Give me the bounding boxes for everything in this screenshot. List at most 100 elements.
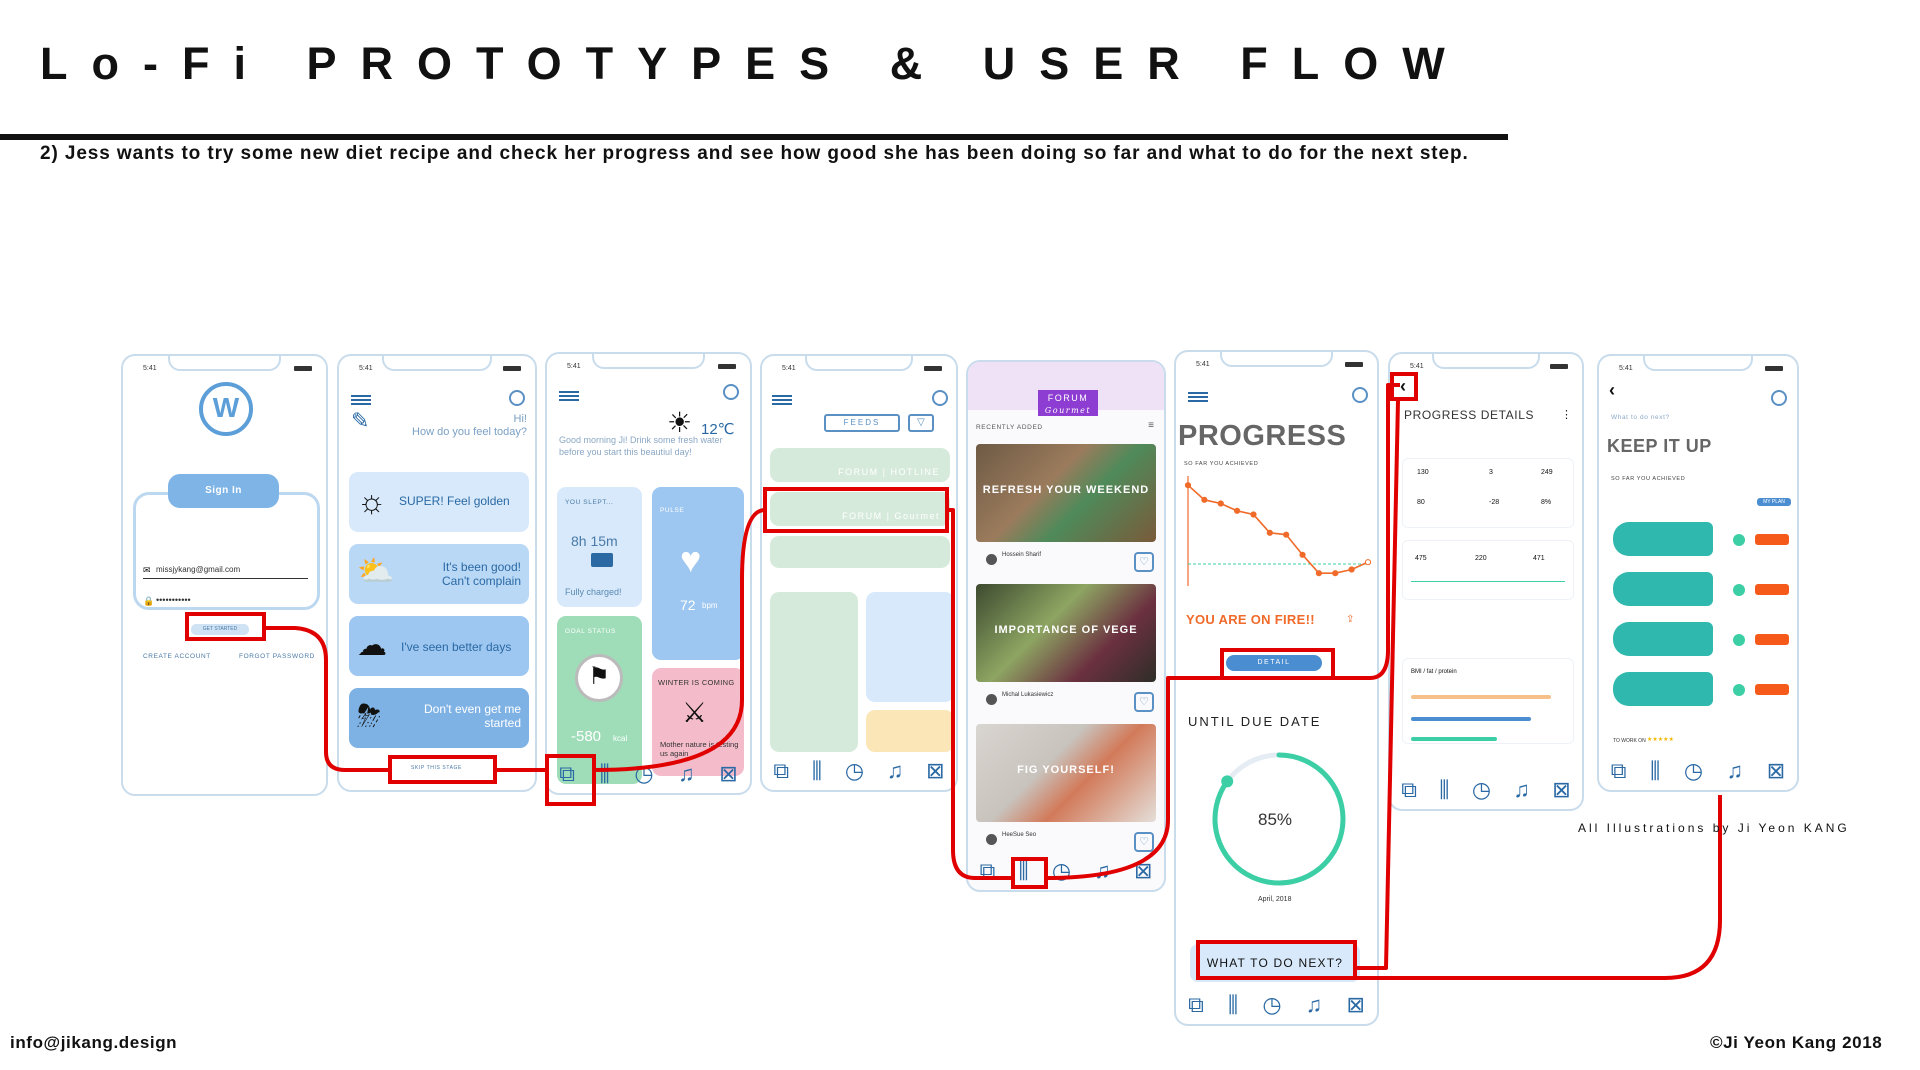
nav-home-icon[interactable]: ⧉ bbox=[980, 860, 996, 882]
nav-stats-icon[interactable]: ⫼ bbox=[1228, 994, 1238, 1016]
menu-icon[interactable] bbox=[351, 395, 371, 405]
share-icon[interactable]: ⇪ bbox=[1346, 614, 1354, 625]
nav-inbox-icon[interactable]: ⊠ bbox=[1767, 760, 1785, 782]
back-icon[interactable]: ‹ bbox=[1609, 380, 1615, 401]
signal-icon bbox=[1345, 362, 1363, 367]
like-heart-icon[interactable]: ♡ bbox=[1134, 832, 1154, 852]
exercise-status-dot[interactable] bbox=[1733, 634, 1745, 646]
mood-option-bad[interactable]: ⛈ Don't even get me started bbox=[349, 688, 529, 748]
achieved-label: SO FAR YOU ACHIEVED bbox=[1611, 476, 1686, 482]
detail-button[interactable]: DETAIL bbox=[1226, 655, 1322, 671]
feed-row[interactable] bbox=[770, 536, 950, 568]
nav-timer-icon[interactable]: ◷ bbox=[1262, 994, 1281, 1016]
post-photo[interactable]: IMPORTANCE OF VEGE bbox=[976, 584, 1156, 682]
weather-tip-card: WINTER IS COMING ⚔ Mother nature is test… bbox=[652, 668, 744, 776]
nav-home-icon[interactable]: ⧉ bbox=[773, 760, 789, 782]
what-next-button[interactable]: WHAT TO DO NEXT? bbox=[1190, 944, 1360, 982]
back-icon[interactable]: ‹ bbox=[1400, 376, 1406, 397]
exercise-progress-bar bbox=[1755, 634, 1789, 645]
exercise-status-dot[interactable] bbox=[1733, 534, 1745, 546]
skip-stage-link[interactable]: SKIP THIS STAGE bbox=[411, 765, 462, 771]
profile-icon[interactable] bbox=[509, 390, 525, 406]
chart-point bbox=[1315, 570, 1323, 577]
nav-timer-icon[interactable]: ◷ bbox=[1472, 779, 1491, 801]
nav-inbox-icon[interactable]: ⊠ bbox=[926, 760, 944, 782]
like-heart-icon[interactable]: ♡ bbox=[1134, 692, 1154, 712]
mail-icon: ✉ bbox=[143, 565, 151, 575]
post-photo[interactable]: FIG YOURSELF! bbox=[976, 724, 1156, 822]
mood-option-better-days[interactable]: ☁ I've seen better days bbox=[349, 616, 529, 676]
filter-icon[interactable]: ▽ bbox=[908, 414, 934, 432]
profile-icon[interactable] bbox=[1352, 387, 1368, 403]
nav-music-icon[interactable]: ♫ bbox=[1513, 779, 1530, 801]
post-author: Michal Lukasiewicz bbox=[1002, 692, 1054, 698]
nav-stats-icon[interactable]: ⫼ bbox=[1650, 760, 1660, 782]
nav-timer-icon[interactable]: ◷ bbox=[845, 760, 864, 782]
nav-timer-icon[interactable]: ◷ bbox=[634, 763, 653, 785]
exercise-figure-icon bbox=[1613, 622, 1713, 656]
profile-icon[interactable] bbox=[723, 384, 739, 400]
exercise-figure-icon bbox=[1613, 572, 1713, 606]
chart-point bbox=[1266, 529, 1273, 536]
illustration-credit: All Illustrations by Ji Yeon KANG bbox=[1578, 821, 1850, 835]
due-date-percent: 85% bbox=[1258, 810, 1293, 829]
menu-icon[interactable] bbox=[1188, 392, 1208, 402]
my-plan-badge[interactable]: MY PLAN bbox=[1757, 498, 1791, 506]
signin-screen: 5:41 W Sign In ✉ missjykang@gmail.com 🔒 … bbox=[121, 354, 328, 796]
email-field[interactable]: missjykang@gmail.com bbox=[156, 565, 240, 574]
status-time: 5:41 bbox=[1410, 363, 1424, 370]
contact-email[interactable]: info@jikang.design bbox=[10, 1033, 177, 1053]
forgot-password-link[interactable]: FORGOT PASSWORD bbox=[239, 653, 315, 660]
exercise-progress-bar bbox=[1755, 584, 1789, 595]
exercise-status-dot[interactable] bbox=[1733, 584, 1745, 596]
nav-music-icon[interactable]: ♫ bbox=[887, 760, 904, 782]
nav-home-icon[interactable]: ⧉ bbox=[1611, 760, 1627, 782]
bmi-card: BMI / fat / protein bbox=[1402, 658, 1574, 744]
profile-icon[interactable] bbox=[932, 390, 948, 406]
feeds-tab[interactable]: FEEDS bbox=[824, 414, 900, 432]
menu-icon[interactable] bbox=[772, 395, 792, 405]
post-photo[interactable]: REFRESH YOUR WEEKEND bbox=[976, 444, 1156, 542]
more-icon[interactable]: ⋮ bbox=[1561, 408, 1572, 421]
nav-music-icon[interactable]: ♫ bbox=[678, 763, 695, 785]
nav-timer-icon[interactable]: ◷ bbox=[1684, 760, 1703, 782]
feed-tile[interactable] bbox=[866, 592, 954, 702]
nav-music-icon[interactable]: ♫ bbox=[1727, 760, 1744, 782]
nav-home-icon[interactable]: ⧉ bbox=[1188, 994, 1204, 1016]
sort-icon[interactable]: ≡ bbox=[1148, 420, 1154, 431]
menu-icon[interactable] bbox=[559, 391, 579, 401]
chart-point bbox=[1283, 531, 1290, 538]
signal-icon bbox=[924, 366, 942, 371]
create-account-link[interactable]: CREATE ACCOUNT bbox=[143, 653, 211, 660]
sign-in-button[interactable]: Sign In bbox=[168, 474, 279, 508]
get-started-button[interactable]: GET STARTED bbox=[191, 624, 249, 635]
mood-option-super[interactable]: ☼ SUPER! Feel golden bbox=[349, 472, 529, 532]
feed-row-hotline[interactable]: FORUM | HOTLINE bbox=[770, 448, 950, 482]
nav-music-icon[interactable]: ♫ bbox=[1094, 860, 1111, 882]
nav-inbox-icon[interactable]: ⊠ bbox=[1346, 994, 1364, 1016]
stats-card: 130 3 249 80 -28 8% bbox=[1402, 458, 1574, 528]
exercise-status-dot[interactable] bbox=[1733, 684, 1745, 696]
password-field[interactable]: ••••••••••• bbox=[156, 595, 191, 605]
nav-home-icon[interactable]: ⧉ bbox=[1401, 779, 1417, 801]
feed-row-gourmet[interactable]: FORUM | Gourmet bbox=[770, 492, 950, 526]
nav-stats-icon[interactable]: ⫼ bbox=[812, 760, 822, 782]
nav-inbox-icon[interactable]: ⊠ bbox=[1134, 860, 1152, 882]
profile-icon[interactable] bbox=[1771, 390, 1787, 406]
details-title: PROGRESS DETAILS bbox=[1404, 408, 1535, 422]
nav-stats-icon[interactable]: ⫼ bbox=[600, 763, 610, 785]
slide-title: Lo-Fi PROTOTYPES & USER FLOW bbox=[40, 38, 1469, 89]
nav-stats-icon[interactable]: ⫼ bbox=[1439, 779, 1449, 801]
mood-option-good[interactable]: ⛅ It's been good! Can't complain bbox=[349, 544, 529, 604]
nav-inbox-icon[interactable]: ⊠ bbox=[1552, 779, 1570, 801]
feed-tile[interactable] bbox=[770, 592, 858, 752]
like-heart-icon[interactable]: ♡ bbox=[1134, 552, 1154, 572]
due-date-date: April, 2018 bbox=[1258, 896, 1292, 903]
nav-music-icon[interactable]: ♫ bbox=[1306, 994, 1323, 1016]
chart-series-line bbox=[1187, 484, 1369, 574]
nav-home-icon[interactable]: ⧉ bbox=[559, 763, 575, 785]
feed-tile[interactable] bbox=[866, 710, 954, 752]
nav-timer-icon[interactable]: ◷ bbox=[1052, 860, 1071, 882]
nav-stats-icon[interactable]: ⫼ bbox=[1019, 860, 1029, 882]
nav-inbox-icon[interactable]: ⊠ bbox=[719, 763, 737, 785]
